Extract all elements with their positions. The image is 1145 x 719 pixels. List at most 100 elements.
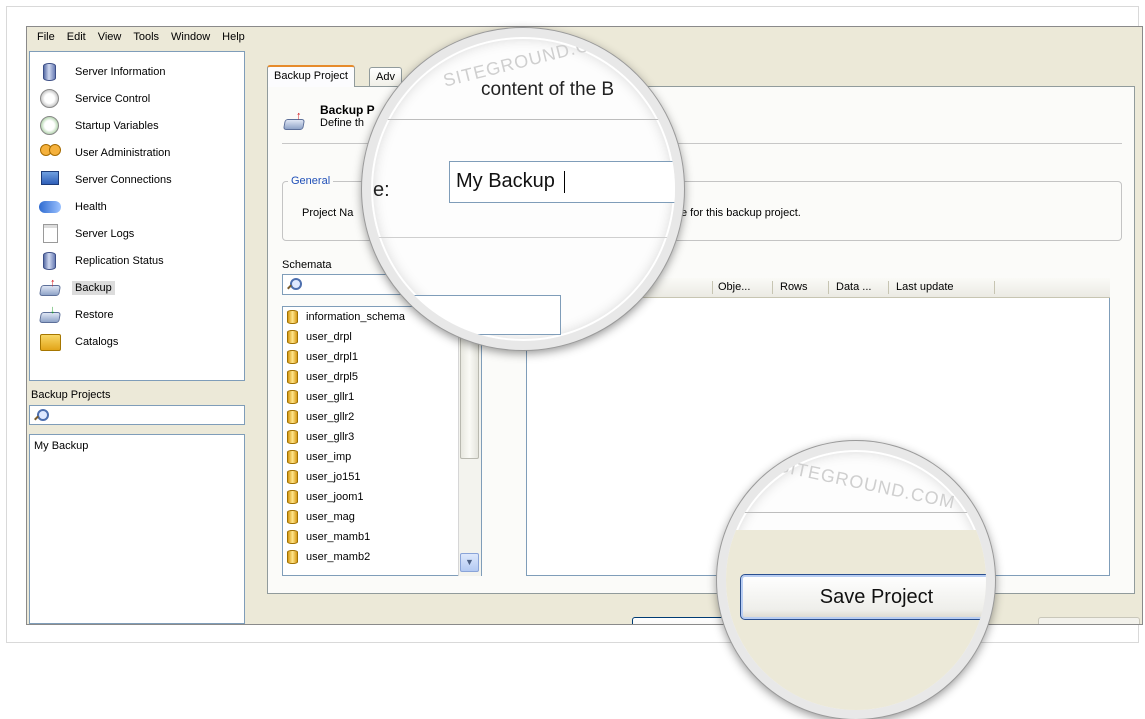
sidebar-item-restore[interactable]: ↓ Restore: [30, 301, 244, 328]
divider: [371, 237, 675, 238]
tab-backup-project[interactable]: Backup Project: [267, 65, 355, 87]
sidebar-item-backup[interactable]: ↑ Backup: [30, 274, 244, 301]
lens-field-label: e:: [373, 179, 390, 201]
project-name-input[interactable]: My Backup: [449, 161, 675, 203]
lens-list-box: [371, 295, 561, 335]
startup-variables-icon: [38, 115, 62, 137]
database-icon: [287, 450, 298, 464]
project-item-my-backup[interactable]: My Backup: [34, 440, 240, 452]
schema-item[interactable]: user_gllr2: [283, 407, 481, 427]
database-icon: [287, 310, 298, 324]
save-project-button[interactable]: Save Project: [740, 574, 986, 620]
schema-name: user_mamb1: [306, 531, 371, 543]
database-icon: [287, 350, 298, 364]
schema-item[interactable]: user_gllr1: [283, 387, 481, 407]
search-icon: [287, 278, 302, 290]
server-logs-icon: [38, 223, 62, 245]
sidebar-item-label: Server Connections: [75, 173, 172, 186]
schema-item[interactable]: user_gllr3: [283, 427, 481, 447]
divider: [726, 512, 986, 513]
project-name-value: My Backup: [456, 170, 555, 192]
project-name-label: Project Na: [302, 207, 354, 219]
sidebar-item-health[interactable]: Health: [30, 193, 244, 220]
menu-help[interactable]: Help: [216, 31, 251, 43]
lens-button-bar: [726, 530, 986, 710]
watermark: SITEGROUND.COM: [776, 455, 958, 513]
sidebar-item-server-connections[interactable]: Server Connections: [30, 166, 244, 193]
schema-item[interactable]: user_mag: [283, 507, 481, 527]
schema-item[interactable]: user_imp: [283, 447, 481, 467]
schema-item[interactable]: user_mamb2: [283, 547, 481, 567]
database-icon: [287, 530, 298, 544]
sidebar-item-catalogs[interactable]: Catalogs: [30, 328, 244, 355]
schema-item[interactable]: user_drpl1: [283, 347, 481, 367]
sidebar-item-replication-status[interactable]: Replication Status: [30, 247, 244, 274]
schema-name: user_joom1: [306, 491, 364, 503]
database-icon: [287, 550, 298, 564]
sidebar-item-label: Server Logs: [75, 227, 135, 240]
backup-icon: ↑: [38, 277, 62, 299]
scroll-down-button[interactable]: ▼: [460, 553, 479, 572]
panel-description: Define th: [320, 117, 365, 129]
restore-icon: ↓: [38, 304, 62, 326]
schema-item[interactable]: user_drpl5: [283, 367, 481, 387]
catalogs-icon: [38, 331, 62, 353]
sidebar-item-label: Replication Status: [75, 254, 164, 267]
sidebar-item-server-information[interactable]: Server Information: [30, 58, 244, 85]
replication-icon: [38, 250, 62, 272]
menu-tools[interactable]: Tools: [127, 31, 165, 43]
schema-item[interactable]: user_jo151: [283, 467, 481, 487]
database-icon: [287, 510, 298, 524]
column-header-last-update[interactable]: Last update: [896, 281, 954, 293]
menu-view[interactable]: View: [92, 31, 128, 43]
splitter-handle[interactable]: [245, 51, 253, 624]
schema-name: user_imp: [306, 451, 352, 463]
schema-name: user_mag: [306, 511, 355, 523]
schema-item[interactable]: user_joom1: [283, 487, 481, 507]
panel-title: Backup P: [320, 103, 375, 117]
sidebar: Server Information Service Control Start…: [29, 51, 245, 381]
sidebar-item-label: User Administration: [75, 146, 171, 159]
project-name-hint: e for this backup project.: [681, 207, 801, 219]
divider: [371, 119, 675, 120]
general-legend: General: [288, 175, 334, 187]
sidebar-item-service-control[interactable]: Service Control: [30, 85, 244, 112]
database-icon: [287, 390, 298, 404]
schema-name: user_gllr3: [306, 431, 355, 443]
sidebar-item-startup-variables[interactable]: Startup Variables: [30, 112, 244, 139]
magnifier-lens: SITEGROUND.COM Save Project: [717, 441, 995, 719]
sidebar-item-label: Catalogs: [75, 335, 119, 348]
database-icon: [287, 330, 298, 344]
sidebar-item-user-administration[interactable]: User Administration: [30, 139, 244, 166]
lens-tab-text: content of the B: [481, 79, 615, 100]
sidebar-item-label: Restore: [75, 308, 114, 321]
menu-window[interactable]: Window: [165, 31, 216, 43]
schema-name: user_gllr1: [306, 391, 355, 403]
schema-name: user_drpl5: [306, 371, 358, 383]
menu-file[interactable]: File: [31, 31, 61, 43]
database-icon: [287, 410, 298, 424]
health-icon: [38, 196, 62, 218]
server-connections-icon: [38, 169, 62, 191]
schema-item[interactable]: user_mamb1: [283, 527, 481, 547]
schema-name: user_gllr2: [306, 411, 355, 423]
sidebar-item-label: Server Information: [75, 65, 166, 78]
server-info-icon: [38, 61, 62, 83]
schemata-label: Schemata: [282, 259, 332, 271]
user-admin-icon: [38, 142, 62, 164]
lens-tab-strip: content of the B: [371, 73, 675, 103]
search-icon: [34, 409, 49, 421]
column-header-objects[interactable]: Obje...: [718, 281, 750, 293]
backup-header-icon: ↑: [283, 110, 310, 133]
projects-search-input[interactable]: [29, 405, 245, 425]
schema-name: user_jo151: [306, 471, 361, 483]
backup-now-button[interactable]: Backup Now: [1038, 617, 1140, 624]
magnifier-lens: SITEGROUND.COM content of the B e: My Ba…: [362, 28, 684, 350]
column-header-rows[interactable]: Rows: [780, 281, 808, 293]
database-icon: [287, 470, 298, 484]
sidebar-item-server-logs[interactable]: Server Logs: [30, 220, 244, 247]
column-header-data[interactable]: Data ...: [836, 281, 871, 293]
sidebar-item-label: Service Control: [75, 92, 151, 105]
menu-edit[interactable]: Edit: [61, 31, 92, 43]
schema-name: user_drpl1: [306, 351, 358, 363]
